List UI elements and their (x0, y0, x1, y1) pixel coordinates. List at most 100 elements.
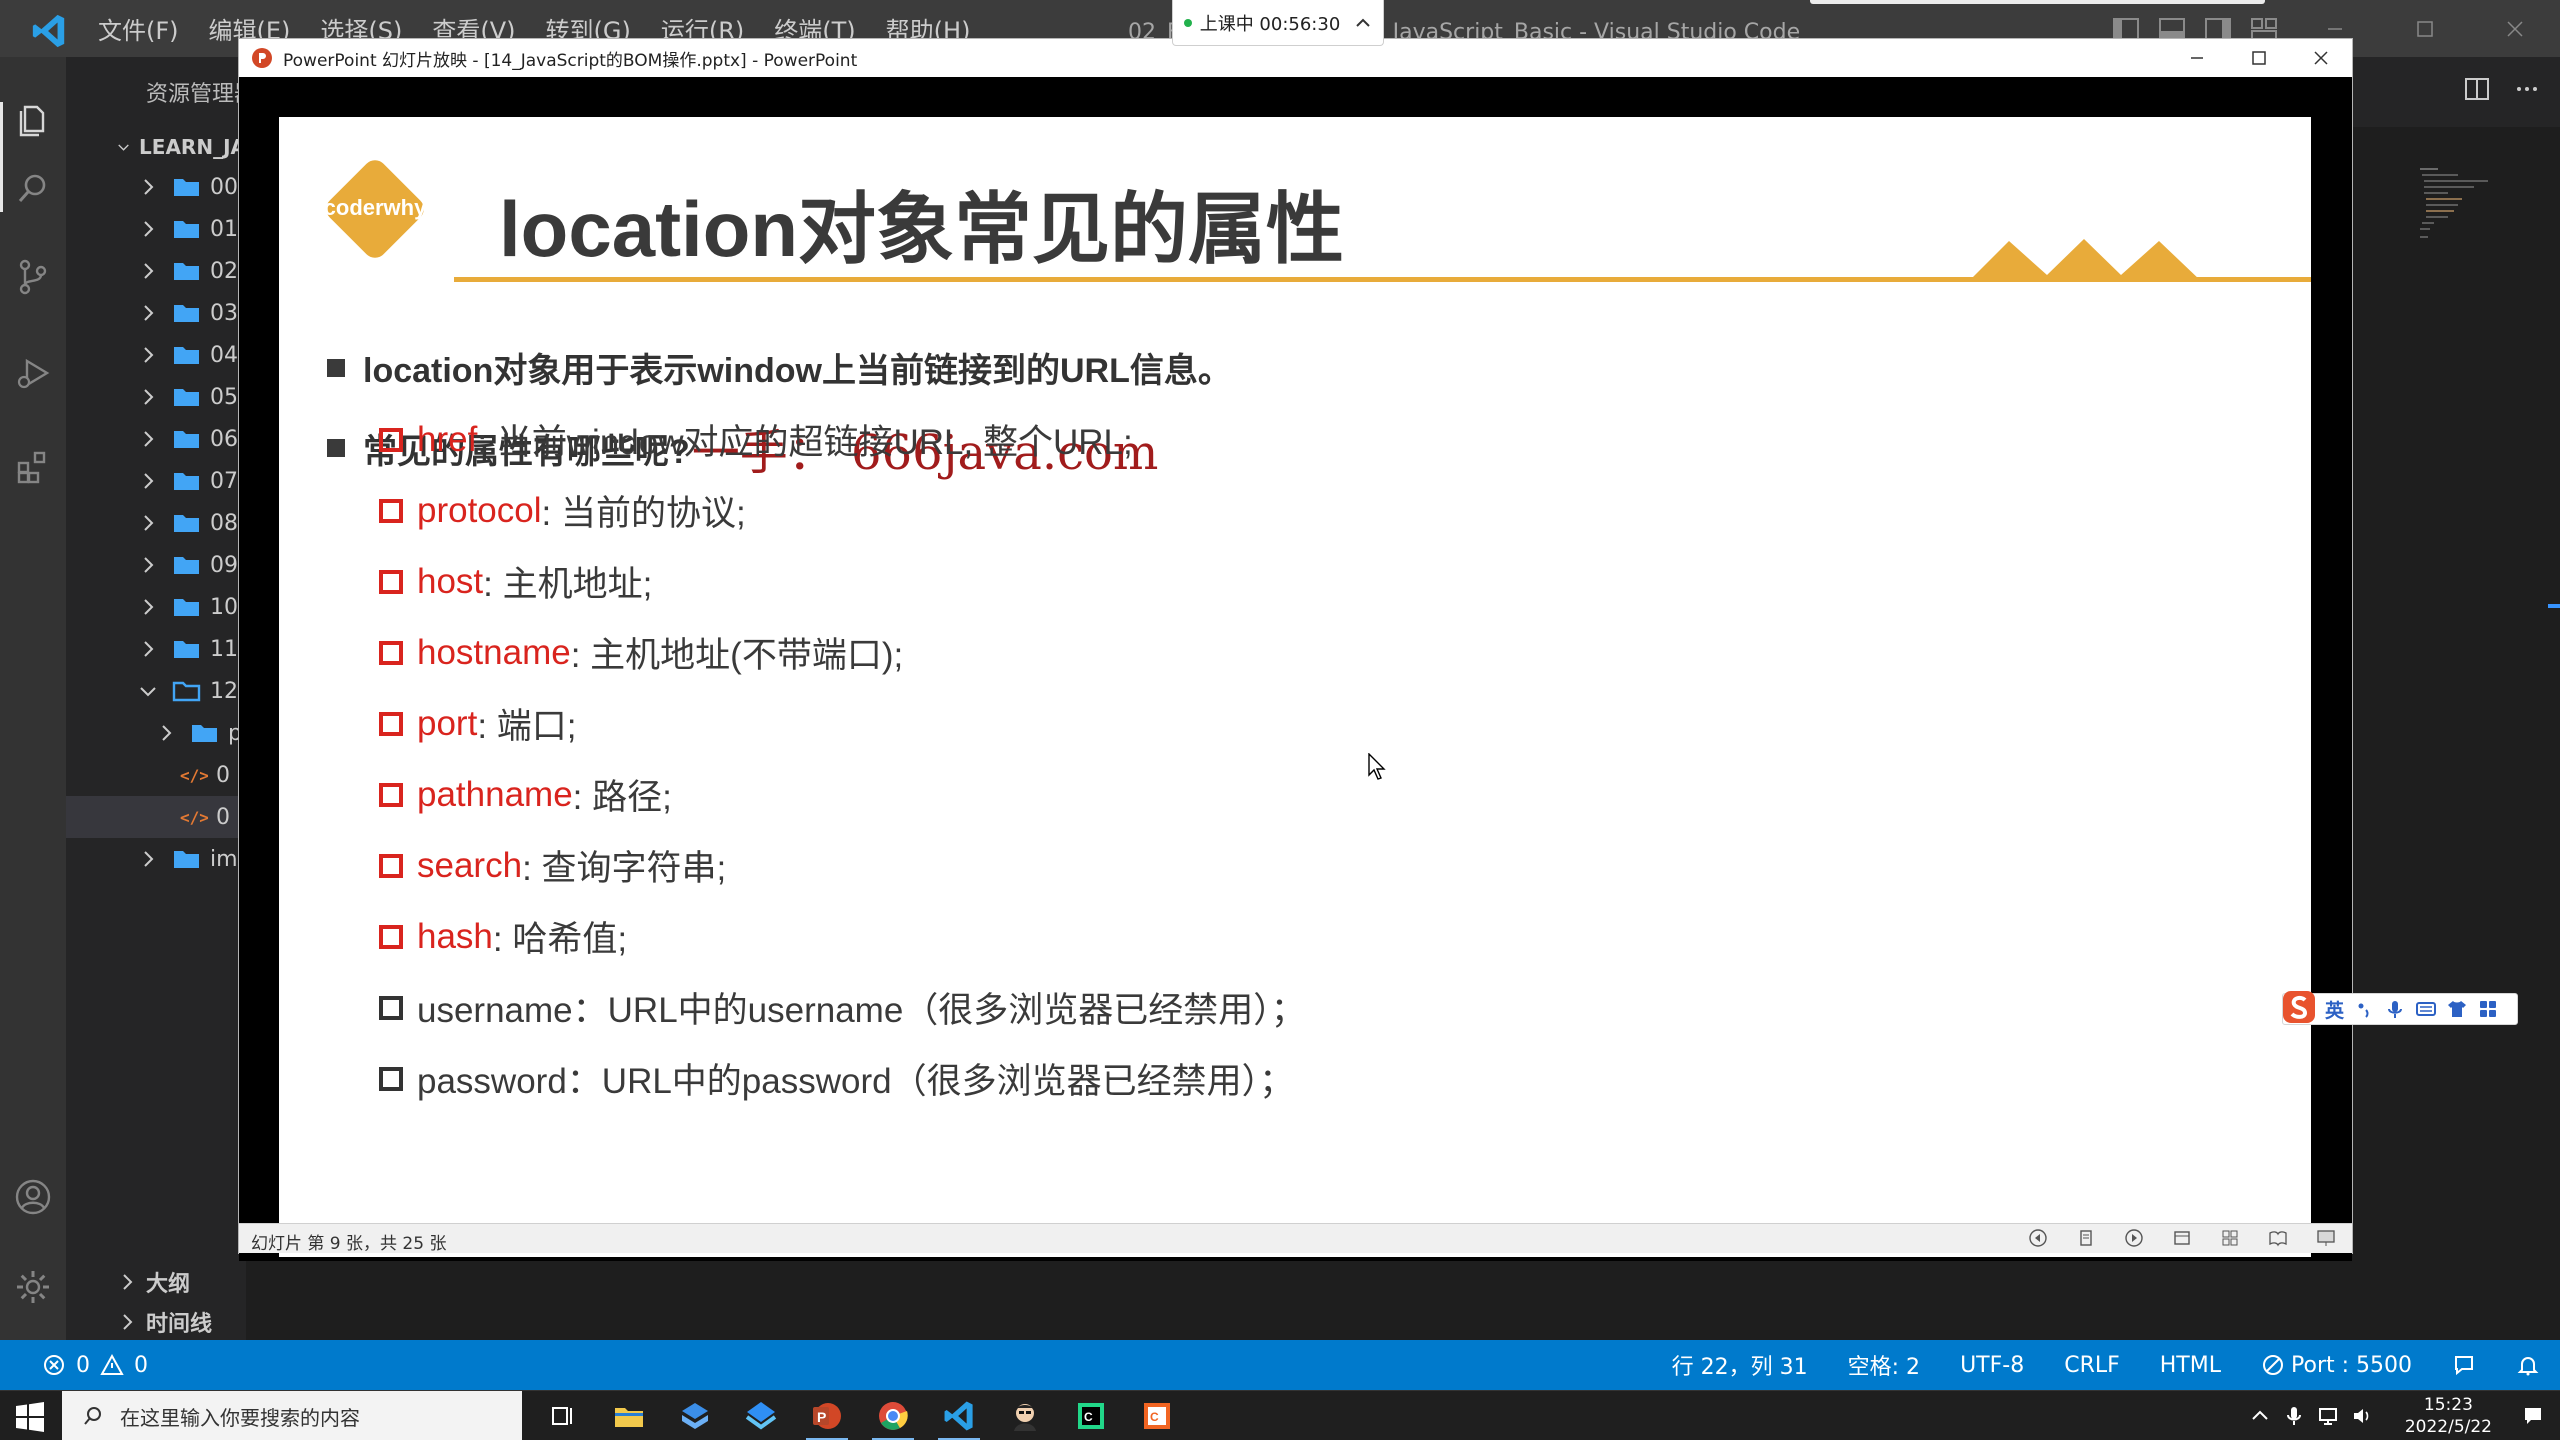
property-name: href (417, 419, 478, 459)
explorer-icon[interactable] (13, 99, 53, 139)
slide-sorter-icon[interactable] (2220, 1228, 2240, 1248)
pycharm-app[interactable]: C (1058, 1391, 1124, 1440)
minimap[interactable] (2418, 165, 2528, 245)
ppt-minimize-button[interactable] (2166, 39, 2228, 77)
tree-folder-item[interactable]: im (66, 838, 246, 880)
tree-folder-item[interactable]: 00 (66, 166, 246, 208)
tree-folder-item[interactable]: p (66, 712, 246, 754)
run-debug-icon[interactable] (13, 353, 53, 393)
search-icon[interactable] (13, 169, 53, 209)
tree-folder-item[interactable]: 06 (66, 418, 246, 460)
keyboard-icon[interactable] (2415, 998, 2437, 1020)
outline-label: 大纲 (146, 1272, 191, 1297)
editor-actions (2462, 74, 2542, 104)
toolbox-grid-icon[interactable] (2477, 998, 2499, 1020)
cursor-position[interactable]: 行 22，列 31 (1672, 1349, 1808, 1381)
slideshow-view-icon[interactable] (2316, 1228, 2336, 1248)
tree-folder-item[interactable]: 08 (66, 502, 246, 544)
avatar-app[interactable] (992, 1391, 1058, 1440)
microphone-icon[interactable] (2384, 998, 2406, 1020)
more-actions-icon[interactable] (2512, 74, 2542, 104)
taskbar-search[interactable]: 在这里输入你要搜索的内容 (62, 1391, 522, 1440)
ppt-restore-button[interactable] (2228, 39, 2290, 77)
scrollbar-marker (2548, 604, 2560, 608)
language-mode[interactable]: HTML (2160, 1353, 2221, 1378)
reading-view-icon[interactable] (2268, 1228, 2288, 1248)
line-ending[interactable]: CRLF (2064, 1353, 2120, 1378)
vscode-close-button[interactable] (2470, 0, 2560, 57)
tree-item-label: 02 (210, 258, 238, 284)
action-center-icon[interactable] (2522, 1405, 2544, 1427)
chevron-right-icon (144, 641, 154, 657)
notifications-bell-icon[interactable] (2516, 1353, 2540, 1377)
vscode-maximize-button[interactable] (2380, 0, 2470, 57)
file-explorer-app[interactable] (596, 1391, 662, 1440)
slide-menu-icon[interactable] (2076, 1228, 2096, 1248)
task-view-button[interactable] (530, 1391, 596, 1440)
property-description: : 查询字符串; (522, 849, 727, 888)
outline-section[interactable]: 大纲 (66, 1262, 246, 1302)
previous-slide-icon[interactable] (2028, 1228, 2048, 1248)
timeline-label: 时间线 (146, 1312, 213, 1337)
property-name: hostname (417, 632, 571, 672)
vscode-app[interactable] (926, 1391, 992, 1440)
slide[interactable]: coderwhy location对象常见的属性 location对象用于表示w… (279, 117, 2311, 1257)
workspace-header[interactable]: LEARN_JA (66, 126, 246, 168)
feedback-icon[interactable] (2452, 1353, 2476, 1377)
timeline-section[interactable]: 时间线 (66, 1302, 246, 1342)
tree-folder-item[interactable]: 05 (66, 376, 246, 418)
tree-folder-item[interactable]: 11 (66, 628, 246, 670)
vscode-icon (944, 1401, 973, 1431)
volume-icon[interactable] (2351, 1405, 2373, 1427)
encoding[interactable]: UTF-8 (1960, 1353, 2024, 1378)
tree-item-label: 01 (210, 216, 238, 242)
port-label: Port : 5500 (2291, 1352, 2412, 1378)
microphone-icon[interactable] (2283, 1405, 2305, 1427)
indentation[interactable]: 空格: 2 (1848, 1349, 1920, 1381)
network-icon[interactable] (2317, 1405, 2339, 1427)
app-feishu[interactable] (728, 1391, 794, 1440)
tree-folder-item[interactable]: 12 (66, 670, 246, 712)
ppt-close-button[interactable] (2290, 39, 2352, 77)
svg-text:C: C (1150, 1410, 1159, 1424)
skin-shirt-icon[interactable] (2446, 998, 2468, 1020)
chevron-up-icon[interactable] (2249, 1405, 2271, 1427)
tree-folder-item[interactable]: 01 (66, 208, 246, 250)
normal-view-icon[interactable] (2172, 1228, 2192, 1248)
svg-text:C: C (1084, 1410, 1093, 1424)
menu-file[interactable]: 文件(F) (98, 11, 179, 46)
class-timer[interactable]: 上课中 00:56:30 (1172, 0, 1384, 46)
powerpoint-app[interactable]: P (794, 1391, 860, 1440)
chevron-up-icon[interactable] (1354, 14, 1372, 32)
jetbrains-app[interactable]: C (1124, 1391, 1190, 1440)
chevron-right-icon (123, 1314, 133, 1330)
extensions-icon[interactable] (13, 447, 53, 487)
tree-file-item[interactable]: </> 0 (66, 754, 246, 796)
next-slide-icon[interactable] (2124, 1228, 2144, 1248)
tree-folder-item[interactable]: 07 (66, 460, 246, 502)
windows-start-icon[interactable] (14, 1401, 46, 1433)
source-control-icon[interactable] (13, 257, 53, 297)
tree-folder-item[interactable]: 02 (66, 250, 246, 292)
tree-folder-item[interactable]: 04 (66, 334, 246, 376)
punctuation-icon[interactable] (2353, 998, 2375, 1020)
system-clock[interactable]: 15:23 2022/5/22 (2405, 1394, 2492, 1438)
tree-item-label: 09 (210, 552, 238, 578)
chrome-app[interactable] (860, 1391, 926, 1440)
tree-folder-item[interactable]: 03 (66, 292, 246, 334)
live-server-port[interactable]: Port : 5500 (2261, 1353, 2412, 1378)
app-tencent[interactable] (662, 1391, 728, 1440)
powerpoint-icon: P (813, 1403, 841, 1429)
ime-mode[interactable]: 英 (2325, 996, 2344, 1023)
settings-gear-icon[interactable] (13, 1267, 53, 1307)
chevron-down-icon (118, 144, 129, 151)
tree-item-label: 04 (210, 342, 238, 368)
tree-folder-item[interactable]: 09 (66, 544, 246, 586)
split-editor-icon[interactable] (2462, 74, 2492, 104)
tree-file-item[interactable]: </> 0 (66, 796, 246, 838)
ime-toolbar[interactable]: 英 (2282, 991, 2518, 1025)
tree-folder-item[interactable]: 10 (66, 586, 246, 628)
problems-indicator[interactable]: 0 0 (42, 1340, 148, 1390)
account-icon[interactable] (13, 1177, 53, 1217)
minimize-icon (2328, 27, 2342, 30)
